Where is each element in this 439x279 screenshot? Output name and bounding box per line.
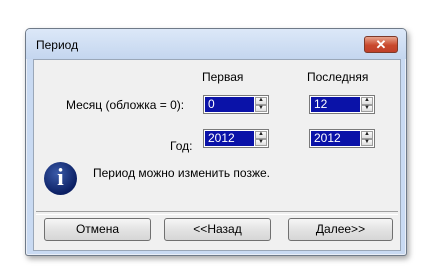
month-first-spinner[interactable]: 0 ▲ ▼ bbox=[203, 95, 269, 114]
month-label: Месяц (обложка = 0): bbox=[66, 98, 185, 112]
column-header-last: Последняя bbox=[307, 70, 369, 84]
year-last-value[interactable]: 2012 bbox=[311, 131, 360, 146]
dialog-title: Период bbox=[36, 38, 79, 52]
period-dialog: Период ✕ Первая Последняя Месяц (обложка… bbox=[25, 28, 407, 256]
year-last-spinner[interactable]: 2012 ▲ ▼ bbox=[309, 129, 375, 148]
year-label: Год: bbox=[170, 139, 193, 153]
month-last-value[interactable]: 12 bbox=[311, 97, 360, 112]
spin-up-arrow-icon[interactable]: ▲ bbox=[361, 97, 373, 105]
spin-down-arrow-icon[interactable]: ▼ bbox=[361, 104, 373, 112]
month-first-value[interactable]: 0 bbox=[205, 97, 254, 112]
spin-up-arrow-icon[interactable]: ▲ bbox=[255, 131, 267, 139]
cancel-button[interactable]: Отмена bbox=[44, 218, 151, 241]
close-button[interactable]: ✕ bbox=[364, 36, 398, 53]
button-separator bbox=[36, 211, 398, 215]
spin-up-arrow-icon[interactable]: ▲ bbox=[255, 97, 267, 105]
dialog-body: Первая Последняя Месяц (обложка = 0): 0 … bbox=[33, 59, 401, 251]
next-button[interactable]: Далее>> bbox=[288, 218, 393, 241]
back-button[interactable]: <<Назад bbox=[164, 218, 271, 241]
info-text: Период можно изменить позже. bbox=[93, 166, 270, 180]
spin-up-arrow-icon[interactable]: ▲ bbox=[361, 131, 373, 139]
spin-down-arrow-icon[interactable]: ▼ bbox=[255, 138, 267, 146]
year-first-value[interactable]: 2012 bbox=[205, 131, 254, 146]
column-header-first: Первая bbox=[202, 70, 244, 84]
spin-down-arrow-icon[interactable]: ▼ bbox=[255, 104, 267, 112]
info-icon: i bbox=[44, 162, 77, 195]
year-first-spinner[interactable]: 2012 ▲ ▼ bbox=[203, 129, 269, 148]
month-last-spinner[interactable]: 12 ▲ ▼ bbox=[309, 95, 375, 114]
spin-down-arrow-icon[interactable]: ▼ bbox=[361, 138, 373, 146]
title-bar: Период ✕ bbox=[26, 29, 406, 59]
